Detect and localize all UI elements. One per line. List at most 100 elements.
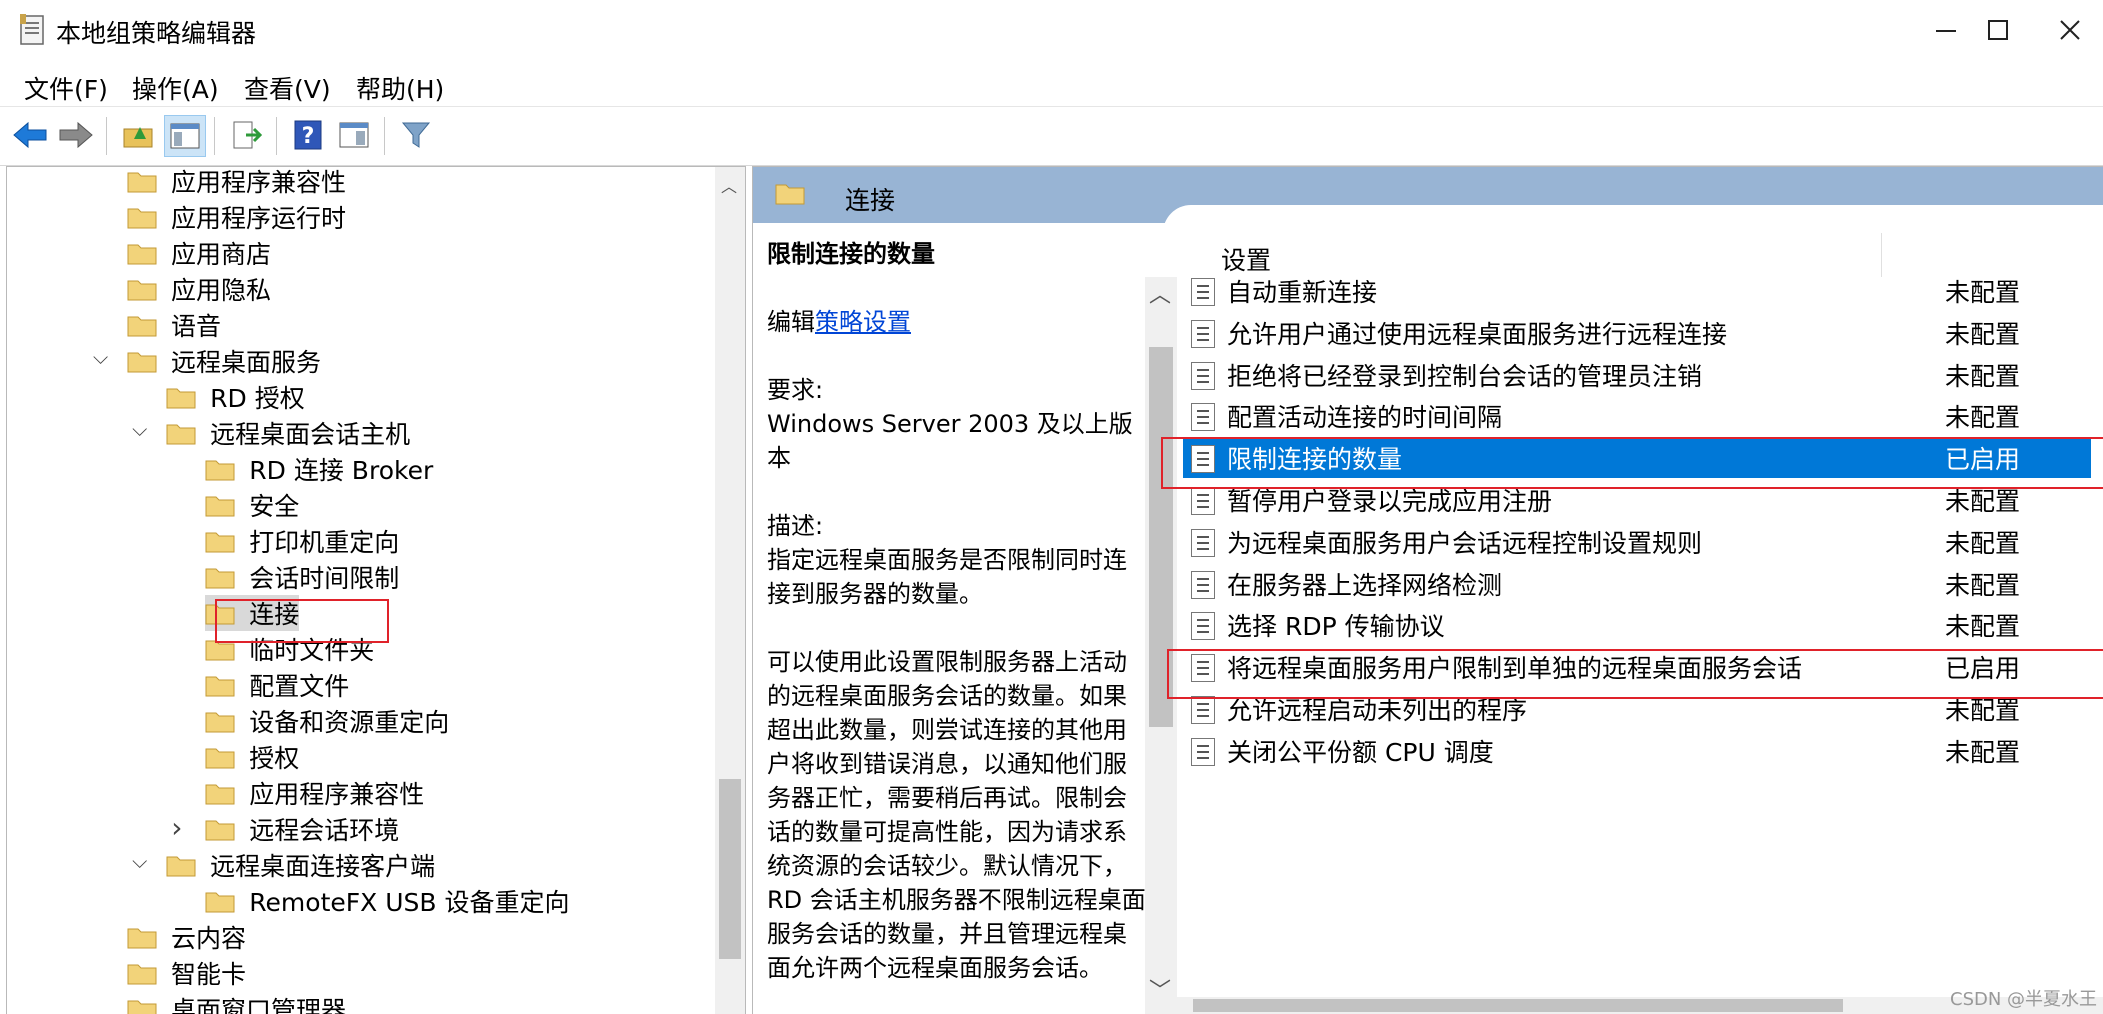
toolbar-separator	[106, 117, 107, 155]
title-bar: 本地组策略编辑器	[0, 0, 2103, 62]
tree-item-label: 语音	[171, 312, 222, 341]
policy-row[interactable]: 自动重新连接 未配置	[1183, 271, 2091, 311]
policy-setting-icon	[1191, 278, 1215, 306]
tree-item[interactable]: RD 授权	[166, 379, 305, 415]
tree-item[interactable]: 云内容	[127, 919, 246, 955]
help-button[interactable]: ?	[288, 115, 328, 155]
description-pane: 限制连接的数量 编辑策略设置 要求: Windows Server 2003 及…	[767, 237, 1147, 985]
tree-item[interactable]: 智能卡	[127, 955, 246, 991]
toolbar-separator	[384, 117, 385, 155]
menu-action[interactable]: 操作(A)	[132, 70, 219, 106]
chevron-right-icon[interactable]: ›	[171, 811, 182, 844]
policy-status: 未配置	[1945, 361, 2021, 391]
policy-setting-icon	[1191, 403, 1215, 432]
tree-item[interactable]: RemoteFX USB 设备重定向	[205, 883, 569, 919]
menu-view[interactable]: 查看(V)	[244, 70, 331, 106]
policy-name: 配置活动连接的时间间隔	[1227, 403, 1503, 433]
export-list-button[interactable]	[226, 115, 266, 155]
policy-setting-icon	[1191, 737, 1215, 766]
horizontal-scrollbar-thumb[interactable]	[1193, 999, 1843, 1012]
tree-item[interactable]: 授权	[205, 739, 299, 775]
folder-icon	[205, 496, 235, 517]
details-panel: 连接 限制连接的数量 编辑策略设置 要求: Windows Server 200…	[752, 166, 2103, 1014]
forward-arrow-icon	[59, 121, 93, 149]
policy-row[interactable]: 允许用户通过使用远程桌面服务进行远程连接 未配置	[1183, 313, 2091, 353]
policy-row[interactable]: 为远程桌面服务用户会话远程控制设置规则 未配置	[1183, 522, 2091, 562]
tree-item-label: 应用程序运行时	[171, 204, 347, 233]
policy-name: 拒绝将已经登录到控制台会话的管理员注销	[1227, 361, 1703, 391]
edit-prefix: 编辑	[767, 308, 815, 336]
properties-button[interactable]	[334, 115, 374, 155]
tree-item-label: RD 授权	[210, 384, 305, 413]
menu-file[interactable]: 文件(F)	[24, 70, 108, 106]
tree-item[interactable]: 应用程序兼容性	[127, 167, 347, 199]
folder-icon	[127, 172, 157, 193]
back-arrow-icon	[13, 121, 47, 149]
chevron-down-icon[interactable]: ⌵	[132, 417, 147, 441]
policy-setting-icon	[1191, 570, 1215, 599]
policy-name: 关闭公平份额 CPU 调度	[1227, 737, 1494, 767]
back-button[interactable]	[10, 115, 50, 155]
tree-item[interactable]: 语音	[127, 307, 221, 343]
filter-button[interactable]	[396, 115, 436, 155]
forward-button[interactable]	[56, 115, 96, 155]
folder-icon	[205, 820, 235, 841]
tree-item[interactable]: 应用程序兼容性	[205, 775, 424, 811]
menu-help[interactable]: 帮助(H)	[356, 70, 444, 106]
policy-settings-link[interactable]: 策略设置	[815, 308, 911, 336]
tree-item-label: 智能卡	[171, 960, 247, 989]
tree-item-label: 应用程序兼容性	[171, 168, 347, 197]
folder-icon	[127, 316, 157, 337]
tree-item[interactable]: ⌵ 远程桌面会话主机	[132, 415, 411, 451]
policy-status: 未配置	[1945, 403, 2021, 433]
maximize-button[interactable]	[1968, 10, 2028, 50]
show-hide-tree-button[interactable]	[164, 115, 206, 157]
tree-item[interactable]: 配置文件	[205, 667, 349, 703]
tree-item[interactable]: 应用商店	[127, 235, 271, 271]
policy-name: 选择 RDP 传输协议	[1227, 612, 1445, 642]
tree-item[interactable]: RD 连接 Broker	[205, 451, 433, 487]
scroll-up-icon[interactable]: ︿	[721, 173, 737, 197]
tree-item[interactable]: 会话时间限制	[205, 559, 399, 595]
scroll-up-icon[interactable]: ︿	[1149, 277, 1171, 309]
up-one-level-button[interactable]	[118, 115, 158, 155]
policy-row[interactable]: 配置活动连接的时间间隔 未配置	[1183, 396, 2091, 436]
tree-item-label: RemoteFX USB 设备重定向	[249, 888, 570, 917]
description-label: 描述:	[767, 512, 824, 540]
policy-row[interactable]: 拒绝将已经登录到控制台会话的管理员注销 未配置	[1183, 355, 2091, 395]
tree-item-label: 远程桌面会话主机	[210, 420, 411, 449]
folder-icon	[205, 676, 235, 697]
tree-item-label: 桌面窗口管理器	[171, 996, 347, 1014]
chevron-down-icon[interactable]: ⌵	[93, 345, 108, 369]
tree-item[interactable]: 设备和资源重定向	[205, 703, 449, 739]
tree-item[interactable]: ⌵ 远程桌面连接客户端	[132, 847, 435, 883]
tree-item[interactable]: 桌面窗口管理器	[127, 991, 346, 1014]
policy-setting-icon	[1191, 612, 1215, 641]
tree-item[interactable]: › 远程会话环境	[171, 811, 399, 847]
highlight-box-row-10	[1167, 649, 2103, 699]
properties-icon	[339, 122, 369, 148]
policy-row[interactable]: 选择 RDP 传输协议 未配置	[1183, 605, 2091, 645]
tree-item-label: 授权	[249, 744, 300, 773]
tree-item-label: 打印机重定向	[249, 528, 400, 557]
chevron-down-icon[interactable]: ⌵	[132, 849, 147, 873]
tree-item[interactable]: 打印机重定向	[205, 523, 399, 559]
folder-icon	[127, 928, 157, 949]
policy-setting-icon	[1191, 487, 1215, 515]
tree-scrollbar-thumb[interactable]	[719, 779, 741, 959]
folder-icon	[205, 748, 235, 769]
requirements-label: 要求:	[767, 376, 824, 404]
policy-row[interactable]: 在服务器上选择网络检测 未配置	[1183, 564, 2091, 604]
policy-row[interactable]: 关闭公平份额 CPU 调度 未配置	[1183, 731, 2091, 771]
policy-status: 未配置	[1945, 570, 2021, 600]
minimize-button[interactable]	[1916, 10, 1976, 50]
close-button[interactable]	[2040, 10, 2100, 50]
tree-item[interactable]: ⌵ 远程桌面服务	[93, 343, 321, 379]
tree-item[interactable]: 应用隐私	[127, 271, 271, 307]
folder-icon	[205, 532, 235, 553]
scroll-down-icon[interactable]: ﹀	[1149, 973, 1171, 1005]
maximize-icon	[1988, 20, 2008, 40]
tree-item-label: RD 连接 Broker	[249, 456, 434, 485]
tree-item[interactable]: 应用程序运行时	[127, 199, 346, 235]
tree-item[interactable]: 安全	[205, 487, 299, 523]
